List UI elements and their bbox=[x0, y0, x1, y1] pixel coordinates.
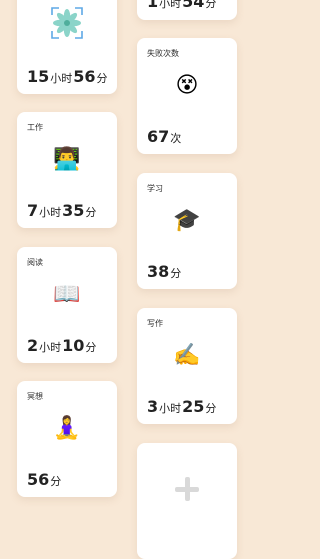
card-label: 工作 bbox=[27, 123, 43, 132]
card-label: 冥想 bbox=[27, 392, 43, 401]
minutes-value: 25 bbox=[182, 397, 205, 416]
minutes-value: 38 bbox=[147, 262, 170, 281]
minutes-unit: 分 bbox=[85, 341, 97, 354]
hours-value: 7 bbox=[27, 201, 39, 220]
work-duration: 7小时35分 bbox=[27, 203, 97, 219]
open-book-icon: 📖 bbox=[53, 282, 81, 307]
hours-unit: 小时 bbox=[39, 341, 62, 354]
lotus-icon bbox=[17, 6, 117, 48]
hours-value: 1 bbox=[147, 0, 159, 11]
hours-value: 2 bbox=[27, 336, 39, 355]
person-lotus-position-icon: 🧘‍♀️ bbox=[53, 416, 81, 441]
dizzy-face-icon: 😵 bbox=[175, 73, 199, 98]
hours-value: 15 bbox=[27, 67, 50, 86]
card-work[interactable]: 工作 👨‍💻 7小时35分 bbox=[17, 112, 117, 228]
graduation-cap-icon: 🎓 bbox=[173, 208, 201, 233]
top-right-duration: 1小时54分 bbox=[147, 0, 217, 10]
write-duration: 3小时25分 bbox=[147, 399, 217, 415]
study-duration: 38分 bbox=[147, 264, 182, 280]
card-meditate[interactable]: 冥想 🧘‍♀️ 56分 bbox=[17, 381, 117, 497]
card-label: 失败次数 bbox=[147, 49, 179, 58]
fail-count: 67次 bbox=[147, 129, 182, 145]
minutes-unit: 分 bbox=[205, 402, 217, 415]
focus-duration: 15小时56分 bbox=[27, 69, 109, 85]
card-label: 写作 bbox=[147, 319, 163, 328]
count-value: 67 bbox=[147, 127, 170, 146]
minutes-unit: 分 bbox=[50, 475, 62, 488]
card-write[interactable]: 写作 ✍️ 3小时25分 bbox=[137, 308, 237, 424]
plus-icon bbox=[137, 477, 237, 501]
hours-value: 3 bbox=[147, 397, 159, 416]
technologist-icon: 👨‍💻 bbox=[53, 147, 81, 172]
minutes-value: 10 bbox=[62, 336, 85, 355]
minutes-value: 35 bbox=[62, 201, 85, 220]
hours-unit: 小时 bbox=[159, 402, 182, 415]
minutes-unit: 分 bbox=[85, 206, 97, 219]
card-label: 学习 bbox=[147, 184, 163, 193]
minutes-unit: 分 bbox=[170, 267, 182, 280]
minutes-value: 54 bbox=[182, 0, 205, 11]
minutes-value: 56 bbox=[73, 67, 96, 86]
card-label: 阅读 bbox=[27, 258, 43, 267]
minutes-unit: 分 bbox=[205, 0, 217, 10]
count-unit: 次 bbox=[170, 132, 182, 145]
hours-unit: 小时 bbox=[159, 0, 182, 10]
writing-hand-icon: ✍️ bbox=[173, 343, 201, 368]
hours-unit: 小时 bbox=[39, 206, 62, 219]
card-top-right[interactable]: 1小时54分 bbox=[137, 0, 237, 20]
add-card-button[interactable] bbox=[137, 443, 237, 559]
read-duration: 2小时10分 bbox=[27, 338, 97, 354]
minutes-unit: 分 bbox=[96, 72, 108, 85]
meditate-duration: 56分 bbox=[27, 472, 62, 488]
card-focus[interactable]: 15小时56分 bbox=[17, 0, 117, 94]
minutes-value: 56 bbox=[27, 470, 50, 489]
hours-unit: 小时 bbox=[50, 72, 73, 85]
card-read[interactable]: 阅读 📖 2小时10分 bbox=[17, 247, 117, 363]
card-fail[interactable]: 失败次数 😵 67次 bbox=[137, 38, 237, 154]
card-study[interactable]: 学习 🎓 38分 bbox=[137, 173, 237, 289]
